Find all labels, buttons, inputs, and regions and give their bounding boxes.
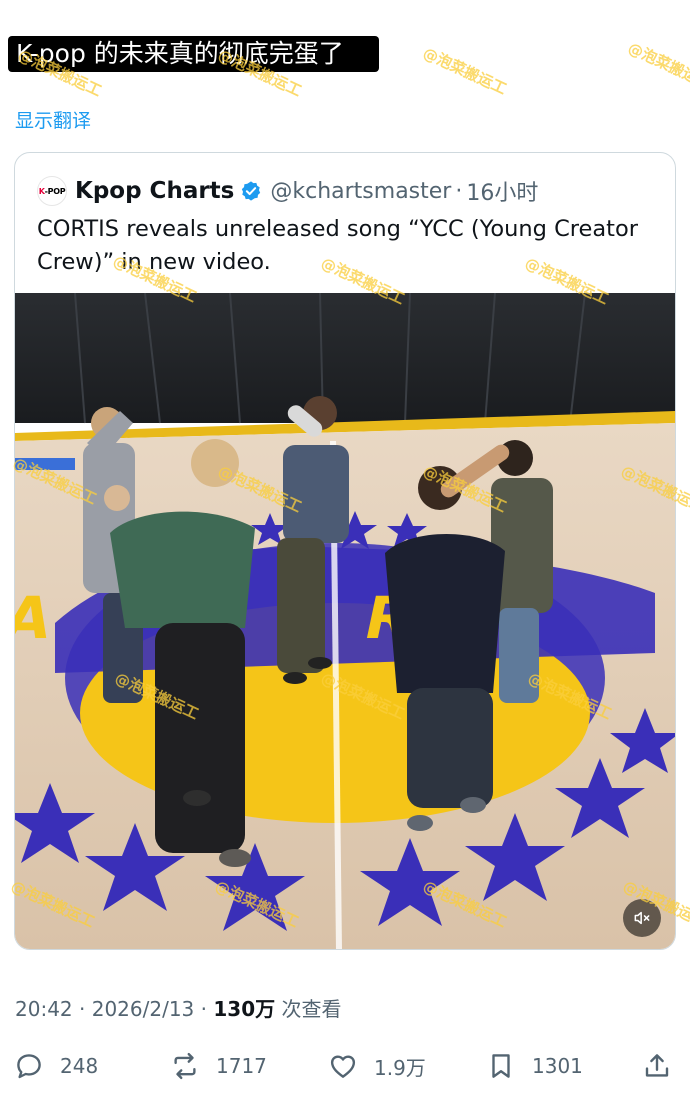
reply-button[interactable]: 248 [14,1044,98,1088]
verified-badge-icon [242,181,261,201]
quoted-tweet-header: K -POP Kpop Charts @kchartsmaster · 16小时 [37,175,538,207]
meta-separator: · [200,997,207,1021]
header-separator: · [455,178,463,204]
repost-count: 1717 [216,1054,267,1078]
post-time[interactable]: 20:42 [15,997,73,1021]
views-count: 130万 [213,997,276,1021]
watermark: @泡菜搬运工 [420,43,510,99]
like-count: 1.9万 [374,1055,426,1080]
post-date[interactable]: 2026/2/13 [92,997,195,1021]
video-caption: K-pop 的未来真的彻底完蛋了 [8,36,379,72]
author-display-name[interactable]: Kpop Charts [75,178,234,204]
repost-icon [174,1052,196,1080]
share-button[interactable] [642,1044,672,1088]
share-icon [645,1054,669,1077]
gym-wall [15,293,675,423]
post-metadata: 20:42 · 2026/2/13 · 130万 次查看 [15,993,341,1022]
author-handle[interactable]: @kchartsmaster [270,179,451,204]
post-action-bar: 248 1717 1.9万 1301 [0,1044,690,1088]
kpop-charts-avatar[interactable]: K -POP [37,176,67,206]
sideline-banner [15,458,75,470]
repost-button[interactable]: 1717 [170,1044,267,1088]
like-button[interactable]: 1.9万 [328,1044,426,1088]
video-frame: RS A [15,293,675,949]
bookmark-button[interactable]: 1301 [486,1044,583,1088]
bookmark-count: 1301 [532,1054,583,1078]
quoted-tweet-text: CORTIS reveals unreleased song “YCC (You… [37,216,639,275]
heart-icon [330,1055,356,1078]
reply-icon [17,1054,41,1079]
quoted-tweet-card[interactable]: K -POP Kpop Charts @kchartsmaster · 16小时 … [14,152,676,950]
reply-count: 248 [60,1054,99,1078]
meta-separator: · [79,997,86,1021]
muted-speaker-icon [634,911,650,925]
video-player[interactable]: RS A [15,293,675,949]
bookmark-icon [492,1054,510,1078]
watermark: @泡菜搬运工 [625,38,690,94]
views-label: 次查看 [281,997,342,1021]
post-time-ago[interactable]: 16小时 [466,175,538,207]
avatar-text: -POP [44,186,66,196]
show-translation-link[interactable]: 显示翻译 [15,106,91,133]
mute-toggle-button[interactable] [623,899,661,937]
